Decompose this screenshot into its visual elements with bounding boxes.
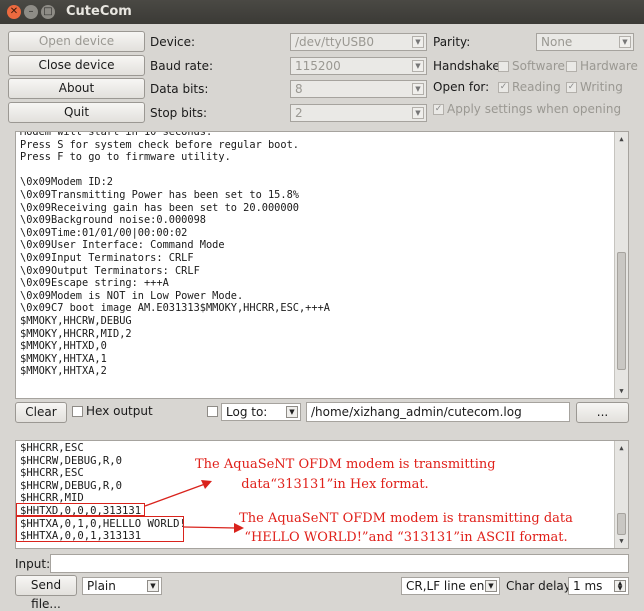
send-file-button[interactable]: Send file...: [15, 575, 77, 611]
hex-arrow-line: [144, 483, 206, 507]
line-end-value: CR,LF line end: [406, 579, 493, 593]
chevron-down-icon: ▼: [485, 580, 497, 592]
input-label: Input:: [15, 557, 51, 571]
annotation-arrows: [144, 480, 244, 533]
chevron-down-icon: ▼: [147, 580, 159, 592]
input-field[interactable]: [50, 554, 629, 573]
spin-arrows-icon[interactable]: ▲ ▼: [614, 580, 626, 592]
ascii-arrow-head: [234, 523, 244, 533]
send-mode-combo[interactable]: Plain ▼: [82, 577, 162, 595]
char-delay-spinbox[interactable]: 1 ms ▲ ▼: [568, 577, 629, 595]
char-delay-label: Char delay:: [506, 579, 575, 593]
ascii-arrow-line: [183, 526, 237, 529]
send-mode-value: Plain: [87, 579, 116, 593]
char-delay-value: 1 ms: [573, 579, 603, 593]
line-end-combo[interactable]: CR,LF line end ▼: [401, 577, 500, 595]
